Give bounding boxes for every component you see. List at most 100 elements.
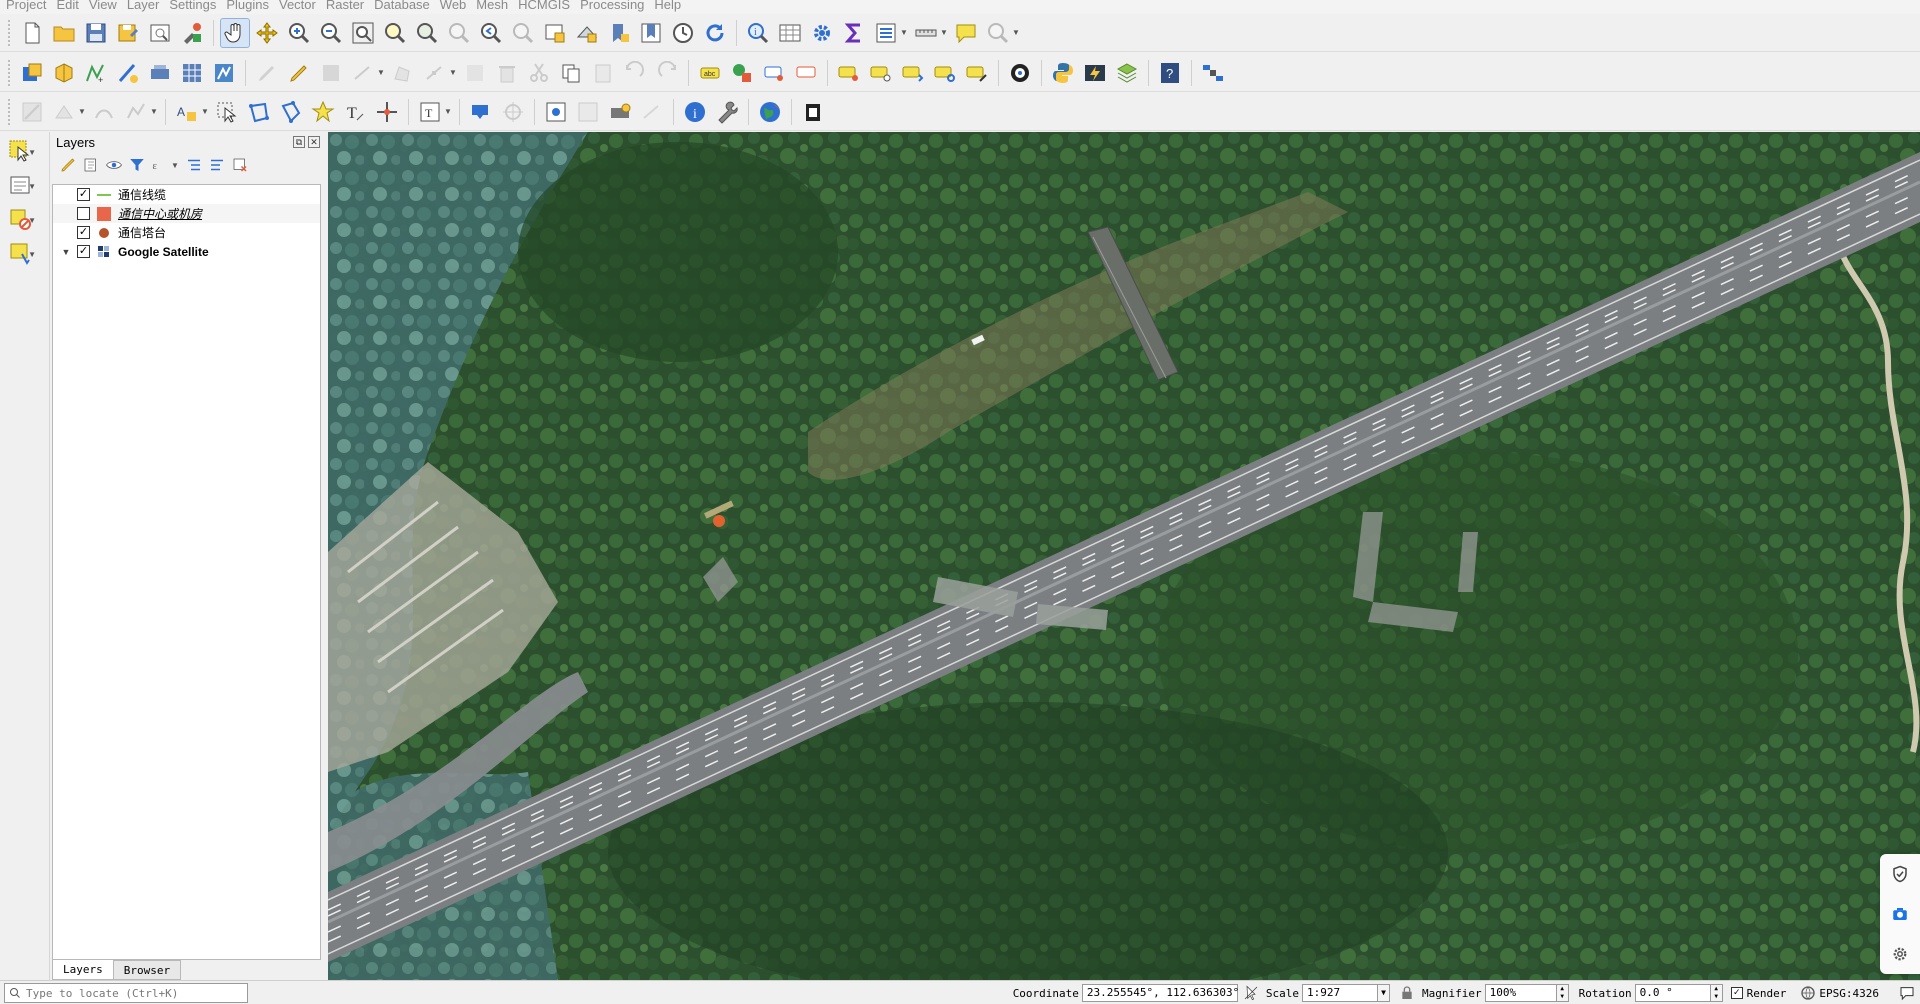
add-group-button[interactable] [81,155,101,175]
dropdown-arrow-icon[interactable]: ▼ [449,68,457,77]
deselect-features-button[interactable] [276,97,306,127]
earth-plugin-button[interactable] [755,97,785,127]
zoom-full-button[interactable] [348,18,378,48]
menu-layer[interactable]: Layer [122,0,165,12]
identify-features-button[interactable]: i [743,18,773,48]
zoom-last-button[interactable] [476,18,506,48]
settings-button[interactable] [1885,939,1915,969]
open-layer-styling-button[interactable] [58,155,78,175]
processing-toolbox-button[interactable] [807,18,837,48]
crosshair-tool-button[interactable] [498,97,528,127]
close-panel-icon[interactable]: ✕ [308,136,320,148]
identify-info-button[interactable]: i [680,97,710,127]
dropdown-arrow-icon[interactable]: ▼ [444,107,452,116]
highlight-pinned-labels-button[interactable] [759,58,789,88]
coordinate-field[interactable]: 23.255545°, 112.636303° [1081,984,1239,1002]
zoom-in-button[interactable] [284,18,314,48]
plugin-button[interactable] [1080,58,1110,88]
dropdown-arrow-icon[interactable]: ▼ [150,107,158,116]
change-label-button[interactable] [962,58,992,88]
redo-button[interactable] [652,58,682,88]
menu-view[interactable]: View [84,0,122,12]
new-3d-view-button[interactable] [572,18,602,48]
filter-legend-button[interactable] [127,155,147,175]
tab-browser[interactable]: Browser [112,960,182,980]
menu-processing[interactable]: Processing [575,0,649,12]
text-annotation-tool-button[interactable]: T [415,97,445,127]
move-label-button[interactable] [898,58,928,88]
layer-visibility-checkbox[interactable]: ✓ [77,245,90,258]
toggle-editing-button[interactable] [252,58,282,88]
layer-row[interactable]: ✓ 通信线缆 [53,185,320,204]
select-location-button[interactable]: ▼ [0,238,40,268]
dropdown-arrow-icon[interactable]: ▼ [28,250,36,259]
messages-button[interactable] [1898,984,1916,1002]
advanced-digitizing-button[interactable] [17,97,47,127]
cut-features-button[interactable] [524,58,554,88]
layer-visibility-checkbox[interactable] [77,207,90,220]
toolbar-grip[interactable] [8,59,12,86]
new-map-view-button[interactable] [540,18,570,48]
print-layout-button[interactable] [145,18,175,48]
tools-button[interactable] [712,97,742,127]
menu-help[interactable]: Help [649,0,686,12]
modify-attributes-button[interactable] [460,58,490,88]
menu-web[interactable]: Web [435,0,472,12]
dropdown-arrow-icon[interactable]: ▼ [171,161,179,170]
show-bookmarks-button[interactable] [636,18,666,48]
dropdown-arrow-icon[interactable]: ▼ [28,182,36,191]
toolbar-grip[interactable] [8,19,12,46]
rotate-label-button[interactable] [930,58,960,88]
vertex-tool-button[interactable] [420,58,450,88]
geocode-button[interactable] [605,97,635,127]
select-features-button[interactable] [212,97,242,127]
zoom-native-button[interactable] [444,18,474,48]
collapse-all-button[interactable] [207,155,227,175]
layer-row[interactable]: ✓ 通信塔台 [53,223,320,242]
zoom-out-button[interactable] [316,18,346,48]
new-shapefile-layer-button[interactable]: + [81,58,111,88]
add-raster-layer-button[interactable] [177,58,207,88]
python-console-button[interactable] [1048,58,1078,88]
globe-plugin-button[interactable] [1112,58,1142,88]
layer-visibility-checkbox[interactable]: ✓ [77,188,90,201]
dropdown-arrow-icon[interactable]: ▼ [940,28,948,37]
georeferencer-button[interactable] [1198,58,1228,88]
render-checkbox[interactable]: ✓ [1730,987,1743,999]
tab-layers[interactable]: Layers [52,960,114,980]
temporal-controller-button[interactable] [668,18,698,48]
reshape-features-button[interactable] [89,97,119,127]
simplify-features-button[interactable] [121,97,151,127]
show-unplaced-labels-button[interactable] [866,58,896,88]
digitize-line-button[interactable] [348,58,378,88]
menu-plugins[interactable]: Plugins [221,0,274,12]
new-project-button[interactable] [17,18,47,48]
dropdown-arrow-icon[interactable]: ▼ [201,107,209,116]
camera-capture-button[interactable] [1885,899,1915,929]
manage-map-themes-button[interactable] [104,155,124,175]
trace-tool-button[interactable] [637,97,667,127]
float-panel-icon[interactable]: ⧉ [293,136,305,148]
locator-search-input[interactable]: Type to locate (Ctrl+K) [4,983,248,1003]
menu-project[interactable]: Project [0,0,51,12]
copy-features-button[interactable] [556,58,586,88]
communication-tower-marker[interactable] [713,515,725,527]
scale-dropdown-icon[interactable]: ▼ [1378,984,1391,1002]
data-source-manager-button[interactable] [17,58,47,88]
dropdown-arrow-icon[interactable]: ▼ [377,68,385,77]
dropdown-arrow-icon[interactable]: ▼ [28,148,36,157]
scale-field[interactable]: 1:927 [1302,984,1379,1002]
layer-diagram-button[interactable] [727,58,757,88]
zoom-next-button[interactable] [508,18,538,48]
current-edits-button[interactable] [284,58,314,88]
crs-button[interactable] [1799,984,1817,1002]
new-geopackage-layer-button[interactable] [49,58,79,88]
toggle-extents-button[interactable] [1242,984,1260,1002]
dropdown-arrow-icon[interactable]: ▼ [900,28,908,37]
expand-arrow-icon[interactable]: ▼ [59,247,73,257]
layer-filter-button[interactable]: ▼ [0,204,40,234]
select-tool-button[interactable]: ▼ [0,136,40,166]
dropdown-arrow-icon[interactable]: ▼ [1012,28,1020,37]
help-button[interactable]: ? [1155,58,1185,88]
rotation-spinner[interactable]: ▲ ▼ [1710,984,1723,1002]
